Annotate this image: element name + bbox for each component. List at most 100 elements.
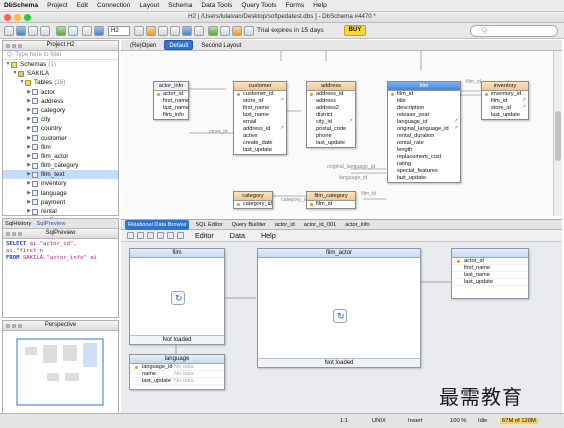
tree-item-film_text[interactable]: ▶ film_text — [3, 170, 118, 180]
entity-field[interactable]: rental_rate — [388, 140, 460, 147]
tab-second-layout[interactable]: Second Layout — [196, 40, 246, 50]
entity-field[interactable]: address_id — [307, 91, 355, 98]
entity-field[interactable]: original_language_id — [388, 125, 460, 133]
tree-item-tables[interactable]: ▼ Tables (16) — [3, 78, 118, 87]
run-icon[interactable] — [208, 26, 218, 36]
zoom-level[interactable]: 100 % — [450, 418, 466, 424]
column-row[interactable]: actor_id — [452, 258, 528, 265]
table-icon[interactable] — [158, 26, 168, 36]
entity-field[interactable]: create_date — [234, 140, 286, 147]
entity-customer[interactable]: customercustomer_idstore_idfirst_namelas… — [233, 81, 287, 155]
entity-field[interactable]: language_id — [388, 118, 460, 126]
film-data-box[interactable]: film Not loaded — [129, 248, 225, 345]
tab-sqlpreview[interactable]: SqlPreview — [36, 221, 65, 227]
entity-field[interactable]: store_id — [482, 104, 528, 112]
view-icon[interactable] — [194, 26, 204, 36]
column-row[interactable]: language_id No data — [130, 364, 224, 371]
entity-field[interactable]: last_name — [234, 112, 286, 119]
tree-item-address[interactable]: ▶ address — [3, 97, 118, 106]
perspective-minimap[interactable] — [3, 331, 118, 415]
tab-query-builder[interactable]: Query Builder — [229, 220, 269, 230]
entity-field[interactable]: last_update — [482, 112, 528, 119]
memory-usage[interactable]: 67M of 120M — [500, 418, 538, 424]
menu-layout[interactable]: Layout — [139, 2, 159, 9]
entity-field[interactable]: first_name — [154, 98, 189, 105]
tree-item-film_actor[interactable]: ▶ film_actor — [3, 152, 118, 161]
entity-field[interactable]: last_update — [307, 140, 355, 147]
buy-button[interactable]: BUY — [344, 25, 366, 36]
entity-field[interactable]: active — [234, 133, 286, 140]
connect-icon[interactable] — [56, 26, 66, 36]
entity-field[interactable]: district — [307, 112, 355, 119]
column-row[interactable]: last_update — [452, 279, 528, 286]
film-box-footer[interactable]: Not loaded — [130, 335, 224, 344]
help-icon[interactable] — [232, 26, 242, 36]
entity-field[interactable]: film_id — [307, 201, 355, 208]
film-actor-box-footer[interactable]: Not loaded — [258, 358, 420, 367]
tree-item-sakila[interactable]: ▼ SAKILA — [3, 69, 118, 78]
tab-actor-id[interactable]: actor_id — [272, 220, 298, 230]
menu-schema[interactable]: Schema — [168, 2, 192, 9]
entity-field[interactable]: description — [388, 105, 460, 112]
entity-field[interactable]: actor_id — [154, 91, 188, 98]
menu-forms[interactable]: Forms — [285, 2, 304, 9]
zoom-icon[interactable] — [68, 26, 78, 36]
add-icon[interactable] — [157, 232, 164, 239]
tree-filter-input[interactable]: Q- Type here to filter — [3, 51, 118, 60]
entity-field[interactable]: address2 — [307, 105, 355, 112]
entity-address[interactable]: address address_id address address2 district… — [306, 81, 356, 148]
entity-field[interactable]: store_id — [234, 97, 286, 105]
tree-item-customer[interactable]: ▶ customer — [3, 134, 118, 143]
entity-field[interactable]: last_update — [388, 175, 460, 182]
tree-item-schemas[interactable]: ▼ Schemas (1) — [3, 60, 118, 69]
tab-actor-info[interactable]: actor_info — [342, 220, 373, 230]
menu-data[interactable]: Data — [230, 231, 245, 240]
tab-sql-editor[interactable]: SQL Editor — [192, 220, 225, 230]
tab-default[interactable]: Default — [164, 40, 194, 50]
language-data-box[interactable]: language language_id No data name No data la… — [129, 354, 225, 390]
entity-field[interactable]: address — [307, 98, 355, 105]
layout-icon[interactable] — [94, 26, 104, 36]
entity-field[interactable]: email — [234, 119, 286, 126]
entity-field[interactable]: customer_id — [234, 91, 286, 98]
sync-icon[interactable] — [134, 26, 144, 36]
refresh-icon[interactable] — [167, 232, 174, 239]
entity-field[interactable]: film_id — [388, 91, 460, 98]
entity-film-category[interactable]: film_category film_id — [306, 191, 356, 209]
entity-field[interactable]: first_name — [234, 105, 286, 112]
search-input[interactable]: Q- — [470, 25, 558, 37]
entity-title[interactable]: actor_info — [154, 82, 188, 91]
tree-item-language[interactable]: ▶ language — [3, 189, 118, 198]
tree-item-country[interactable]: ▶ country — [3, 124, 118, 133]
tree-item-actor[interactable]: ▶ actor — [3, 88, 118, 97]
entity-category[interactable]: category category_id — [233, 191, 273, 209]
database-select[interactable]: H2 — [108, 26, 130, 36]
tab-relational-data-browse[interactable]: Relational Data Browse — [125, 219, 190, 230]
entity-title[interactable]: address — [307, 82, 355, 91]
menu-connection[interactable]: Connection — [97, 2, 130, 9]
tree-item-category[interactable]: ▶ category — [3, 106, 118, 115]
column-row[interactable]: name No data — [130, 371, 224, 378]
entity-field[interactable]: length — [388, 147, 460, 154]
menu-help[interactable]: Help — [261, 231, 276, 240]
tab-actor-id-001[interactable]: actor_id_001 — [301, 220, 339, 230]
entity-film[interactable]: film film_id title description release_year l… — [387, 81, 461, 183]
tree-item-city[interactable]: ▶ city — [3, 115, 118, 124]
tree-item-film_category[interactable]: ▶ film_category — [3, 161, 118, 170]
tree-item-inventory[interactable]: ▶ inventory — [3, 179, 118, 188]
entity-field[interactable]: last_name — [154, 105, 189, 112]
film-actor-data-box[interactable]: film_actor Not loaded — [257, 248, 421, 368]
column-row[interactable]: first_name — [452, 265, 528, 272]
filter-icon[interactable] — [147, 232, 154, 239]
query-icon[interactable] — [170, 26, 180, 36]
actor-data-box[interactable]: actor_id first_name last_name last_update — [451, 248, 529, 299]
menu-editor[interactable]: Editor — [195, 231, 214, 240]
diagram-scrollbar[interactable] — [553, 51, 562, 216]
settings-icon[interactable] — [244, 26, 254, 36]
entity-title[interactable]: film — [388, 82, 460, 91]
tree-item-film[interactable]: ▶ film — [3, 143, 118, 152]
entity-field[interactable]: title — [388, 98, 460, 105]
entity-field[interactable]: release_year — [388, 112, 460, 119]
tab-sqlhistory[interactable]: SqlHistory — [5, 221, 31, 227]
print-icon[interactable] — [177, 232, 184, 239]
